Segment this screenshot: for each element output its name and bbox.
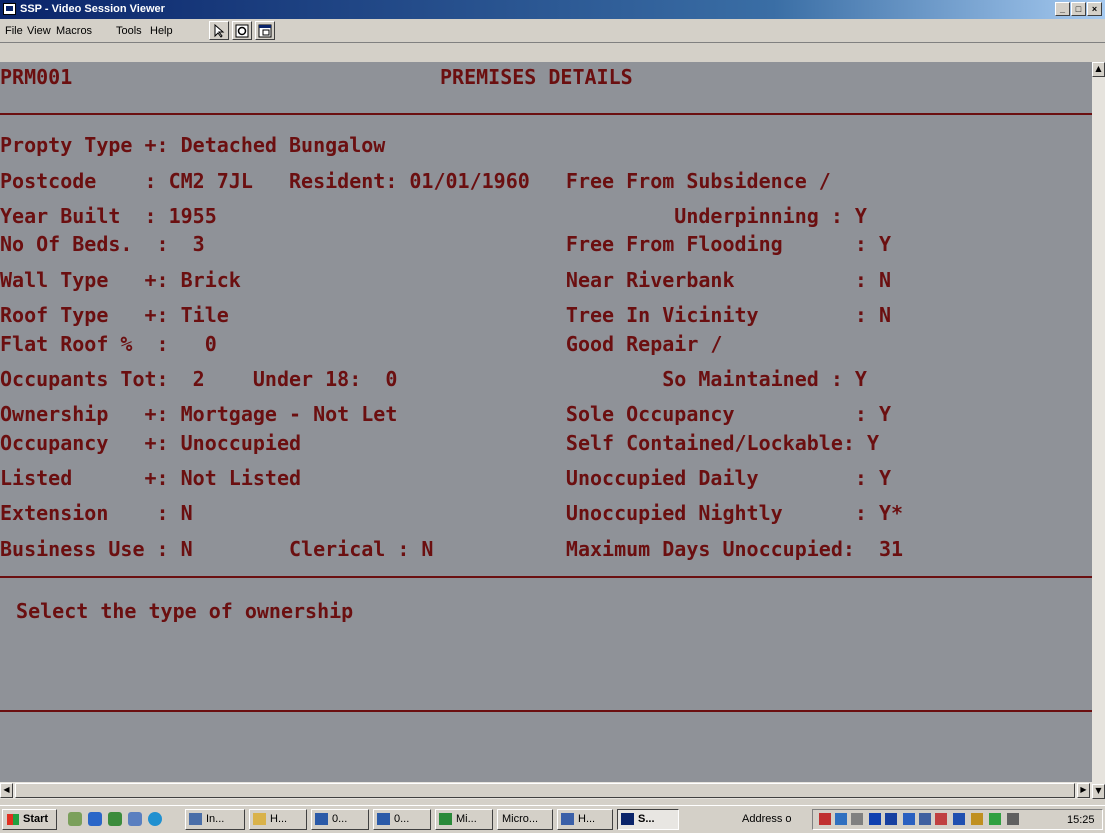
browser-icon[interactable] bbox=[88, 812, 102, 826]
word-icon bbox=[315, 813, 328, 825]
task-label: H... bbox=[578, 813, 596, 825]
taskbar-task[interactable]: H... bbox=[557, 809, 613, 830]
close-button[interactable]: × bbox=[1087, 2, 1102, 16]
scroll-left-button[interactable]: ◀ bbox=[0, 783, 13, 798]
taskbar-task[interactable]: H... bbox=[249, 809, 307, 830]
media-player-icon[interactable] bbox=[148, 812, 162, 826]
task-label: 0... bbox=[332, 813, 348, 825]
task-label: Mi... bbox=[456, 813, 477, 825]
desktop-icon[interactable] bbox=[68, 812, 82, 826]
menu-file[interactable]: File bbox=[5, 25, 23, 37]
task-label: In... bbox=[206, 813, 225, 825]
windows-logo-icon bbox=[7, 814, 19, 825]
taskbar-task-active[interactable]: S... bbox=[617, 809, 679, 830]
tray-icon[interactable] bbox=[971, 813, 983, 825]
taskbar-task[interactable]: 0... bbox=[311, 809, 369, 830]
field-row: Flat Roof % : 0 Good Repair / bbox=[0, 332, 723, 356]
field-row: Wall Type +: Brick Near Riverbank : N bbox=[0, 268, 892, 292]
task-label: H... bbox=[270, 813, 288, 825]
scroll-up-button[interactable]: ▲ bbox=[1092, 62, 1105, 77]
terminal-screen[interactable]: PRM001 PREMISES DETAILS Propty Type +: D… bbox=[0, 62, 1092, 782]
window-controls: _ □ × bbox=[1054, 2, 1102, 16]
maximize-button[interactable]: □ bbox=[1071, 2, 1086, 16]
taskbar-task[interactable]: In... bbox=[185, 809, 245, 830]
explorer-icon[interactable] bbox=[128, 812, 142, 826]
menu-help[interactable]: Help bbox=[150, 25, 173, 37]
menu-view[interactable]: View bbox=[27, 25, 51, 37]
shield-icon[interactable] bbox=[953, 813, 965, 825]
folder-icon bbox=[253, 813, 266, 825]
taskbar: Start In... H... 0... 0... Mi... Micro..… bbox=[0, 805, 1105, 833]
field-row: No Of Beds. : 3 Free From Flooding : Y bbox=[0, 232, 892, 256]
window-tool-button[interactable] bbox=[255, 21, 275, 40]
menu-tools[interactable]: Tools bbox=[116, 25, 142, 37]
address-label[interactable]: Address o bbox=[742, 813, 792, 825]
menu-macros[interactable]: Macros bbox=[56, 25, 92, 37]
minimize-button[interactable]: _ bbox=[1055, 2, 1070, 16]
window-title: SSP - Video Session Viewer bbox=[20, 3, 165, 15]
app-icon[interactable] bbox=[3, 3, 16, 15]
excel-icon bbox=[439, 813, 452, 825]
volume-icon[interactable] bbox=[851, 813, 863, 825]
field-row: Business Use : N Clerical : N Maximum Da… bbox=[0, 537, 904, 561]
horizontal-scroll-thumb[interactable] bbox=[15, 783, 1075, 798]
start-button[interactable]: Start bbox=[2, 809, 57, 830]
mail-icon[interactable] bbox=[1007, 813, 1019, 825]
task-label: Micro... bbox=[502, 813, 539, 825]
header-divider bbox=[0, 113, 1092, 115]
address-text: Address bbox=[742, 813, 783, 825]
field-row: Extension : N Unoccupied Nightly : Y* bbox=[0, 501, 904, 525]
language-icon[interactable] bbox=[885, 813, 897, 825]
status-message: Select the type of ownership bbox=[4, 599, 354, 623]
word-icon bbox=[377, 813, 390, 825]
field-row-ownership[interactable]: Ownership +: Mortgage - Not Let Sole Occ… bbox=[0, 402, 891, 426]
refresh-icon bbox=[235, 24, 249, 38]
taskbar-task[interactable]: Mi... bbox=[435, 809, 493, 830]
pointer-tool-button[interactable] bbox=[209, 21, 229, 40]
field-row: Occupancy +: Unoccupied Self Contained/L… bbox=[0, 431, 879, 455]
field-row: Listed +: Not Listed Unoccupied Daily : … bbox=[0, 466, 892, 490]
task-label: S... bbox=[638, 813, 655, 825]
scroll-right-button[interactable]: ▶ bbox=[1077, 783, 1090, 798]
taskbar-task[interactable]: Micro... bbox=[497, 809, 553, 830]
tray-icon[interactable] bbox=[835, 813, 847, 825]
footer-divider bbox=[0, 710, 1092, 712]
field-row: Roof Type +: Tile Tree In Vicinity : N bbox=[0, 303, 892, 327]
security-icon[interactable] bbox=[903, 813, 915, 825]
task-label: 0... bbox=[394, 813, 410, 825]
field-row: Propty Type +: Detached Bungalow bbox=[0, 133, 386, 157]
pointer-icon bbox=[214, 24, 225, 38]
taskbar-task[interactable]: 0... bbox=[373, 809, 431, 830]
title-bar[interactable]: SSP - Video Session Viewer _ □ × bbox=[0, 0, 1105, 19]
screen-id: PRM001 bbox=[0, 65, 73, 89]
task-icon bbox=[189, 813, 202, 825]
clock[interactable]: 15:25 bbox=[1067, 814, 1095, 826]
tray-icon[interactable] bbox=[919, 813, 931, 825]
address-suffix: o bbox=[785, 813, 792, 825]
tray-icon[interactable] bbox=[989, 813, 1001, 825]
outlook-icon[interactable] bbox=[108, 812, 122, 826]
scroll-down-button[interactable]: ▼ bbox=[1092, 784, 1105, 799]
field-row: Year Built : 1955 Underpinning : Y bbox=[0, 204, 867, 228]
refresh-tool-button[interactable] bbox=[232, 21, 252, 40]
ssp-icon bbox=[621, 813, 634, 825]
vertical-scrollbar[interactable]: ▲ ▼ bbox=[1092, 62, 1105, 799]
window-icon bbox=[258, 24, 272, 38]
network-icon[interactable] bbox=[819, 813, 831, 825]
tray-icon[interactable] bbox=[935, 813, 947, 825]
horizontal-scrollbar[interactable]: ◀ ▶ bbox=[0, 782, 1092, 799]
field-row: Postcode : CM2 7JL Resident: 01/01/1960 … bbox=[0, 169, 831, 193]
screen-title: PREMISES DETAILS bbox=[440, 65, 633, 89]
menu-bar: File View Macros Tools Help bbox=[0, 19, 1105, 43]
field-row: Occupants Tot: 2 Under 18: 0 So Maintain… bbox=[0, 367, 867, 391]
system-tray: 15:25 bbox=[812, 809, 1103, 830]
display-icon[interactable] bbox=[869, 813, 881, 825]
start-label: Start bbox=[23, 813, 49, 825]
body-divider bbox=[0, 576, 1092, 578]
app-icon bbox=[561, 813, 574, 825]
